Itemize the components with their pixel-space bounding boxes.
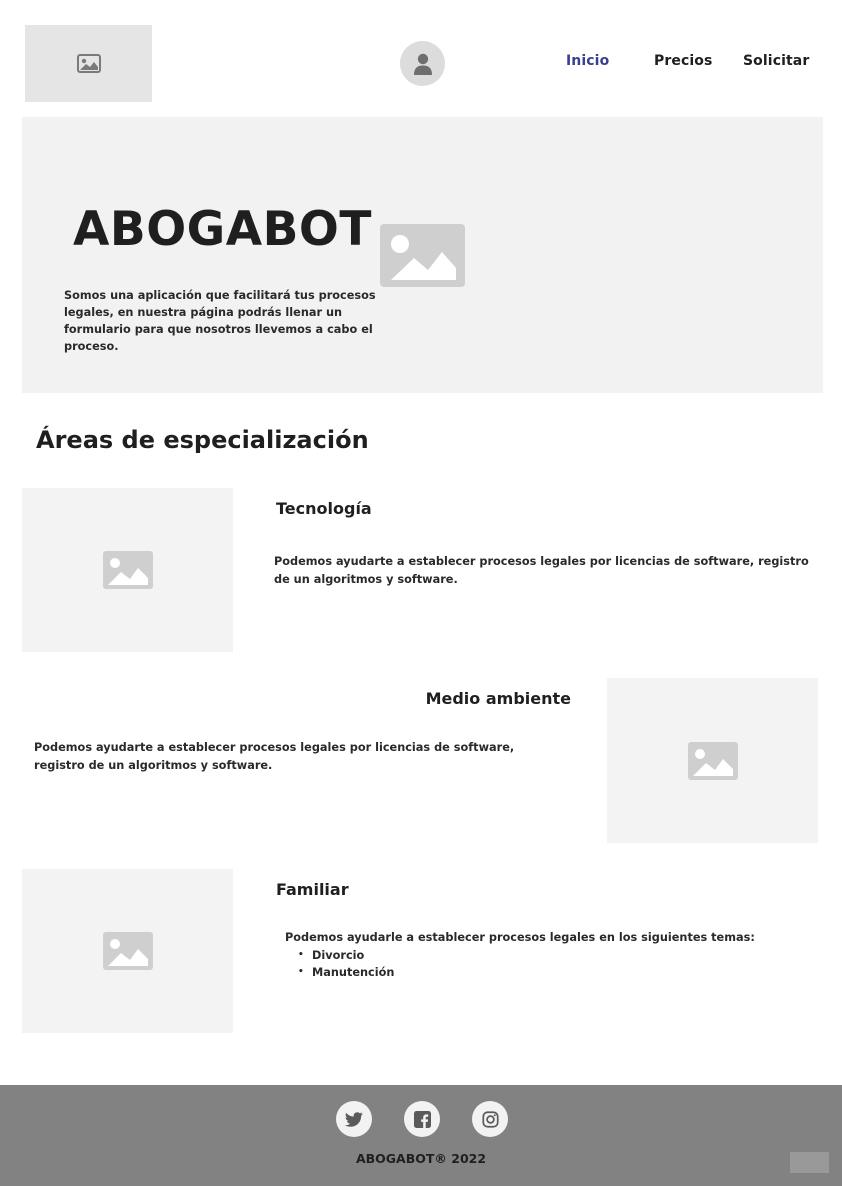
- facebook-link[interactable]: [404, 1101, 440, 1137]
- instagram-link[interactable]: [472, 1101, 508, 1137]
- area-image-tecnologia: [22, 488, 233, 652]
- user-avatar[interactable]: [400, 41, 445, 86]
- image-placeholder-icon: [102, 932, 153, 970]
- area-title-familiar: Familiar: [276, 880, 349, 899]
- nav-link-inicio[interactable]: Inicio: [566, 53, 609, 69]
- instagram-icon: [481, 1110, 499, 1128]
- area-text-familiar: Podemos ayudarle a establecer procesos l…: [285, 929, 805, 982]
- image-placeholder-icon: [102, 551, 153, 589]
- list-item: Divorcio: [285, 947, 805, 965]
- twitter-icon: [345, 1111, 363, 1127]
- list-item: Manutención: [285, 964, 805, 982]
- area-title-medio-ambiente: Medio ambiente: [425, 689, 571, 708]
- user-icon: [413, 53, 432, 75]
- section-title-areas: Áreas de especialización: [36, 426, 369, 454]
- image-placeholder-icon: [391, 235, 456, 280]
- logo-placeholder[interactable]: [25, 25, 152, 102]
- area-title-tecnologia: Tecnología: [276, 499, 372, 518]
- area-text-tecnologia: Podemos ayudarte a establecer procesos l…: [274, 555, 809, 586]
- area-image-medio-ambiente: [607, 678, 818, 843]
- twitter-link[interactable]: [336, 1101, 372, 1137]
- nav-link-precios[interactable]: Precios: [654, 53, 712, 69]
- hero-image: [380, 224, 465, 287]
- image-placeholder-icon: [76, 54, 101, 73]
- topic-list: Divorcio Manutención: [285, 947, 805, 982]
- hero-title: ABOGABOT: [73, 202, 372, 257]
- hero-description: Somos una aplicación que facilitará tus …: [64, 289, 376, 353]
- area-text-medio-ambiente: Podemos ayudarte a establecer procesos l…: [34, 741, 515, 772]
- copyright-text: ABOGABOT® 2022: [355, 1151, 487, 1166]
- area-text-familiar-intro: Podemos ayudarle a establecer procesos l…: [285, 931, 755, 944]
- facebook-icon: [413, 1110, 431, 1128]
- area-image-familiar: [22, 869, 233, 1033]
- scroll-to-top-button[interactable]: [790, 1152, 829, 1173]
- image-placeholder-icon: [687, 741, 738, 780]
- nav-link-solicitar[interactable]: Solicitar: [743, 53, 809, 69]
